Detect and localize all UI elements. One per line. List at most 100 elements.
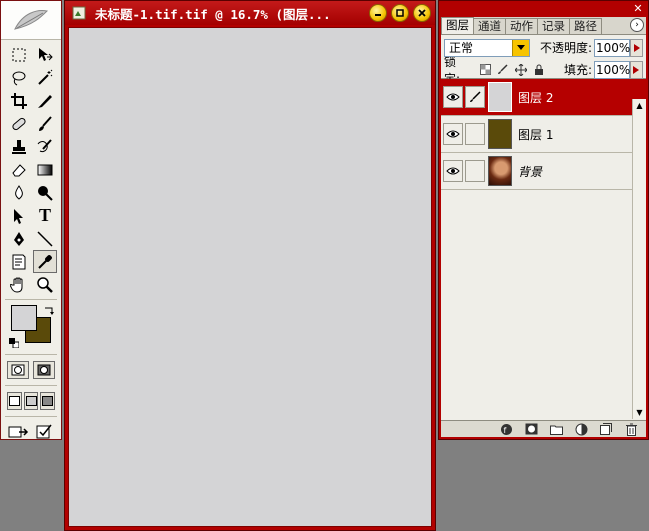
tab-actions[interactable]: 动作 (505, 18, 538, 34)
type-tool[interactable]: T (33, 204, 57, 227)
line-icon (37, 230, 53, 247)
layer-name: 图层 1 (518, 127, 554, 142)
quick-mask-button[interactable] (33, 361, 55, 379)
palette-title-bar[interactable]: ✕ (439, 1, 648, 17)
layer-style-icon: f (500, 423, 512, 435)
adjustment-layer-button[interactable] (574, 423, 588, 436)
minimize-icon (375, 14, 381, 16)
crop-tool[interactable] (7, 89, 31, 112)
lock-transparent-button[interactable] (478, 63, 492, 77)
dodge-tool[interactable] (33, 181, 57, 204)
opacity-slider-button[interactable] (630, 38, 643, 57)
full-screen-menu-button[interactable] (23, 392, 39, 410)
magic-wand-tool[interactable] (33, 66, 57, 89)
add-mask-button[interactable] (524, 423, 538, 436)
triangle-right-icon (633, 65, 640, 74)
full-screen-button[interactable] (40, 392, 56, 410)
visibility-toggle[interactable] (443, 123, 463, 145)
layer-link-toggle[interactable] (465, 86, 485, 108)
fill-slider-button[interactable] (630, 60, 643, 79)
crop-icon (11, 92, 27, 109)
jump-to-imageready-icon[interactable] (7, 423, 29, 441)
maximize-button[interactable] (391, 4, 409, 22)
slice-tool[interactable] (33, 89, 57, 112)
opacity-input[interactable]: 100% (594, 38, 630, 57)
lasso-icon (12, 71, 26, 85)
layer-link-toggle[interactable] (465, 160, 485, 182)
layer-name: 背景 (518, 164, 543, 179)
pen-tool[interactable] (7, 227, 31, 250)
lock-image-button[interactable] (496, 63, 510, 77)
notes-icon (12, 254, 26, 269)
mask-mode-bar (1, 358, 61, 382)
lock-all-button[interactable] (532, 63, 546, 77)
tab-history[interactable]: 记录 (537, 18, 570, 34)
palette-menu-icon[interactable]: › (630, 18, 644, 32)
chevron-down-icon[interactable] (511, 39, 529, 56)
layer-row-1[interactable]: 图层 1 (441, 116, 646, 153)
standard-mode-button[interactable] (7, 361, 29, 379)
move-icon (39, 47, 53, 61)
healing-brush-tool[interactable] (7, 112, 31, 135)
new-group-button[interactable] (549, 423, 563, 436)
layer-row-2[interactable]: 图层 2 (441, 79, 646, 116)
default-colors-icon[interactable] (9, 338, 19, 348)
line-tool[interactable] (33, 227, 57, 250)
delete-layer-button[interactable] (624, 423, 638, 436)
layer-row-background[interactable]: 背景 (441, 153, 646, 190)
clone-stamp-icon (12, 139, 26, 154)
scroll-down-icon[interactable]: ▼ (633, 406, 646, 419)
blur-tool[interactable] (7, 181, 31, 204)
toolbox: T (0, 0, 62, 440)
close-button[interactable] (413, 4, 431, 22)
document-icon (72, 6, 86, 20)
brush-icon (39, 115, 52, 131)
document-window: 未标题-1.tif.tif @ 16.7% (图层... (64, 0, 436, 531)
swap-colors-icon[interactable] (43, 305, 55, 317)
lock-position-button[interactable] (514, 63, 528, 77)
layers-scrollbar[interactable]: ▲ ▼ (632, 99, 646, 419)
move-tool[interactable] (33, 43, 57, 66)
new-layer-button[interactable] (599, 423, 613, 436)
marquee-tool[interactable] (7, 43, 31, 66)
eyedropper-tool[interactable] (33, 250, 57, 273)
layers-panel-body: 图层 通道 动作 记录 路径 › 正常 不透明度: 100% 锁定: 填充: 1… (441, 17, 646, 437)
pen-icon (14, 231, 24, 246)
layer-name: 图层 2 (518, 90, 554, 105)
tab-channels[interactable]: 通道 (473, 18, 506, 34)
layer-link-toggle[interactable] (465, 123, 485, 145)
visibility-toggle[interactable] (443, 160, 463, 182)
lock-fill-row: 锁定: 填充: 100% (441, 55, 646, 86)
lasso-tool[interactable] (7, 66, 31, 89)
zoom-tool[interactable] (33, 273, 57, 296)
hand-tool[interactable] (7, 273, 31, 296)
fill-input[interactable]: 100% (594, 60, 630, 79)
preset-manager-icon[interactable] (35, 423, 53, 441)
gradient-tool[interactable] (33, 158, 57, 181)
eraser-tool[interactable] (7, 158, 31, 181)
paintbrush-icon (470, 91, 481, 102)
notes-tool[interactable] (7, 250, 31, 273)
tab-paths[interactable]: 路径 (569, 18, 602, 34)
layer-list: 图层 2 图层 1 背景 (441, 79, 646, 190)
image-canvas[interactable] (68, 27, 432, 527)
path-select-tool[interactable] (7, 204, 31, 227)
document-title-bar[interactable]: 未标题-1.tif.tif @ 16.7% (图层... (65, 1, 435, 25)
minimize-button[interactable] (369, 4, 387, 22)
history-brush-icon (37, 138, 52, 152)
visibility-toggle[interactable] (443, 86, 463, 108)
scroll-up-icon[interactable]: ▲ (633, 99, 646, 112)
tab-layers[interactable]: 图层 (441, 17, 474, 34)
triangle-right-icon (633, 43, 640, 52)
toolbox-header[interactable] (1, 1, 61, 40)
type-icon: T (38, 205, 51, 225)
brush-tool[interactable] (33, 112, 57, 135)
close-icon (418, 9, 426, 17)
standard-screen-button[interactable] (7, 392, 22, 410)
history-brush-tool[interactable] (33, 135, 57, 158)
clone-stamp-tool[interactable] (7, 135, 31, 158)
blend-mode-select[interactable]: 正常 (444, 38, 530, 57)
foreground-color-swatch[interactable] (11, 305, 37, 331)
palette-close-icon[interactable]: ✕ (632, 3, 644, 15)
layer-style-button[interactable]: f (499, 423, 513, 436)
